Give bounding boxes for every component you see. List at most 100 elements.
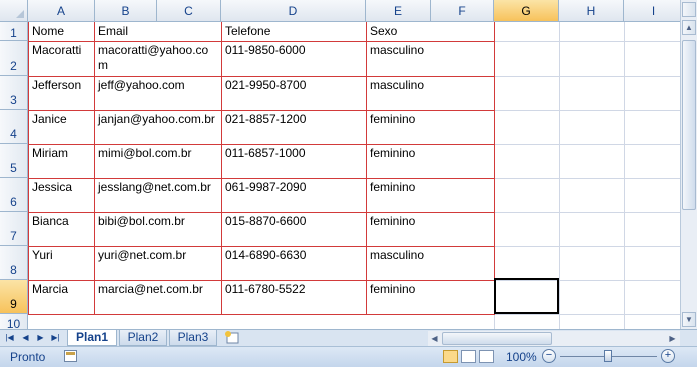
cell-b1[interactable]: Email [95,22,221,41]
horizontal-scroll-thumb[interactable] [442,332,552,345]
cell-telefone[interactable]: 061-9987-2090 [222,178,366,212]
prev-sheet-icon[interactable]: ◀ [20,332,31,344]
gridline [624,22,625,329]
column-header-h[interactable]: H [559,0,624,22]
row-header-1[interactable]: 1 [0,22,28,41]
zoom-out-icon[interactable]: − [542,349,556,363]
row-header-8[interactable]: 8 [0,246,28,280]
cell-email[interactable]: marcia@net.com.br [95,280,221,314]
cell-telefone[interactable]: 011-6780-5522 [222,280,366,314]
row-number: 1 [10,26,17,40]
cell-sexo[interactable]: feminino [367,178,494,212]
scroll-right-icon[interactable]: ▶ [666,332,679,345]
row-number: 6 [10,195,17,209]
row-number: 3 [10,93,17,107]
zoom-in-icon[interactable]: + [661,349,675,363]
cell-telefone[interactable]: 021-9950-8700 [222,76,366,110]
split-box[interactable] [682,2,696,17]
row-number: 7 [10,229,17,243]
cell-a1[interactable]: Nome [29,22,94,41]
sheet-tab-plan3[interactable]: Plan3 [169,330,217,346]
cell-telefone[interactable]: 011-6857-1000 [222,144,366,178]
gridline [559,22,560,329]
row-header-9[interactable]: 9 [0,280,28,314]
row-header-3[interactable]: 3 [0,76,28,110]
row-number: 4 [10,127,17,141]
cell-email[interactable]: jesslang@net.com.br [95,178,221,212]
macro-record-icon[interactable] [64,350,77,362]
spreadsheet-grid[interactable]: A B C D E F G H I 1 2 3 4 5 6 7 8 9 10 N… [0,0,680,329]
cell-nome[interactable]: Yuri [29,246,94,280]
scroll-up-icon[interactable]: ▲ [682,20,696,35]
cell-telefone[interactable]: 014-6890-6630 [222,246,366,280]
status-text: Pronto [10,350,46,364]
row-header-6[interactable]: 6 [0,178,28,212]
row-number: 10 [6,317,21,329]
cell-sexo[interactable]: masculino [367,246,494,280]
vertical-scroll-thumb[interactable] [682,40,696,210]
row-header-2[interactable]: 2 [0,41,28,76]
cell-email[interactable]: janjan@yahoo.com.br [95,110,221,144]
row-number: 8 [10,263,17,277]
cell-sexo[interactable]: feminino [367,212,494,246]
cell-nome[interactable]: Jessica [29,178,94,212]
cell-sexo[interactable]: feminino [367,280,494,314]
next-sheet-icon[interactable]: ▶ [35,332,46,344]
horizontal-scrollbar[interactable]: ◀ ▶ [428,331,680,346]
last-sheet-icon[interactable]: ▶| [50,332,61,344]
cell-email[interactable]: jeff@yahoo.com [95,76,221,110]
cell-nome[interactable]: Marcia [29,280,94,314]
cell-nome[interactable]: Jefferson [29,76,94,110]
page-layout-view-icon[interactable] [461,350,476,363]
zoom-slider-thumb[interactable] [604,350,612,362]
row-number: 9 [10,297,17,311]
first-sheet-icon[interactable]: |◀ [4,332,15,344]
column-header-i[interactable]: I [624,0,680,22]
insert-sheet-icon[interactable] [224,331,240,344]
cell-sexo[interactable]: masculino [367,76,494,110]
zoom-level[interactable]: 100% [506,350,537,364]
column-header-c[interactable]: C [157,0,221,22]
table-border [28,314,495,315]
column-header-e[interactable]: E [366,0,431,22]
cell-nome[interactable]: Macoratti [29,41,94,76]
cell-email[interactable]: macoratti@yahoo.com [95,41,221,76]
row-header-10[interactable]: 10 [0,314,28,329]
cell-nome[interactable]: Bianca [29,212,94,246]
sheet-tab-plan2[interactable]: Plan2 [119,330,167,346]
table-border [494,22,495,314]
cell-sexo[interactable]: masculino [367,41,494,76]
column-header-f[interactable]: F [431,0,494,22]
cell-nome[interactable]: Miriam [29,144,94,178]
cell-telefone[interactable]: 015-8870-6600 [222,212,366,246]
row-number: 5 [10,161,17,175]
cell-d1[interactable]: Telefone [222,22,366,41]
cell-email[interactable]: mimi@bol.com.br [95,144,221,178]
cell-email[interactable]: bibi@bol.com.br [95,212,221,246]
row-header-7[interactable]: 7 [0,212,28,246]
cell-nome[interactable]: Janice [29,110,94,144]
cell-telefone[interactable]: 011-9850-6000 [222,41,366,76]
page-break-view-icon[interactable] [479,350,494,363]
column-header-g[interactable]: G [494,0,559,22]
status-bar: Pronto 100% − + [0,346,697,367]
column-header-a[interactable]: A [28,0,95,22]
column-header-d[interactable]: D [221,0,366,22]
row-header-5[interactable]: 5 [0,144,28,178]
row-number: 2 [10,59,17,73]
scroll-down-icon[interactable]: ▼ [682,312,696,327]
sheet-tab-plan1[interactable]: Plan1 [67,330,117,346]
row-header-4[interactable]: 4 [0,110,28,144]
sheet-tab-bar: |◀ ◀ ▶ ▶| Plan1 Plan2 Plan3 ◀ ▶ [0,329,697,346]
active-cell-g9[interactable] [494,278,559,314]
scroll-left-icon[interactable]: ◀ [428,332,441,345]
select-all-corner[interactable] [0,0,28,22]
cell-email[interactable]: yuri@net.com.br [95,246,221,280]
cell-telefone[interactable]: 021-8857-1200 [222,110,366,144]
column-header-b[interactable]: B [95,0,157,22]
cell-sexo[interactable]: feminino [367,144,494,178]
cell-e1[interactable]: Sexo [367,22,494,41]
cell-sexo[interactable]: feminino [367,110,494,144]
vertical-scrollbar[interactable]: ▲ ▼ [680,0,697,329]
normal-view-icon[interactable] [443,350,458,363]
